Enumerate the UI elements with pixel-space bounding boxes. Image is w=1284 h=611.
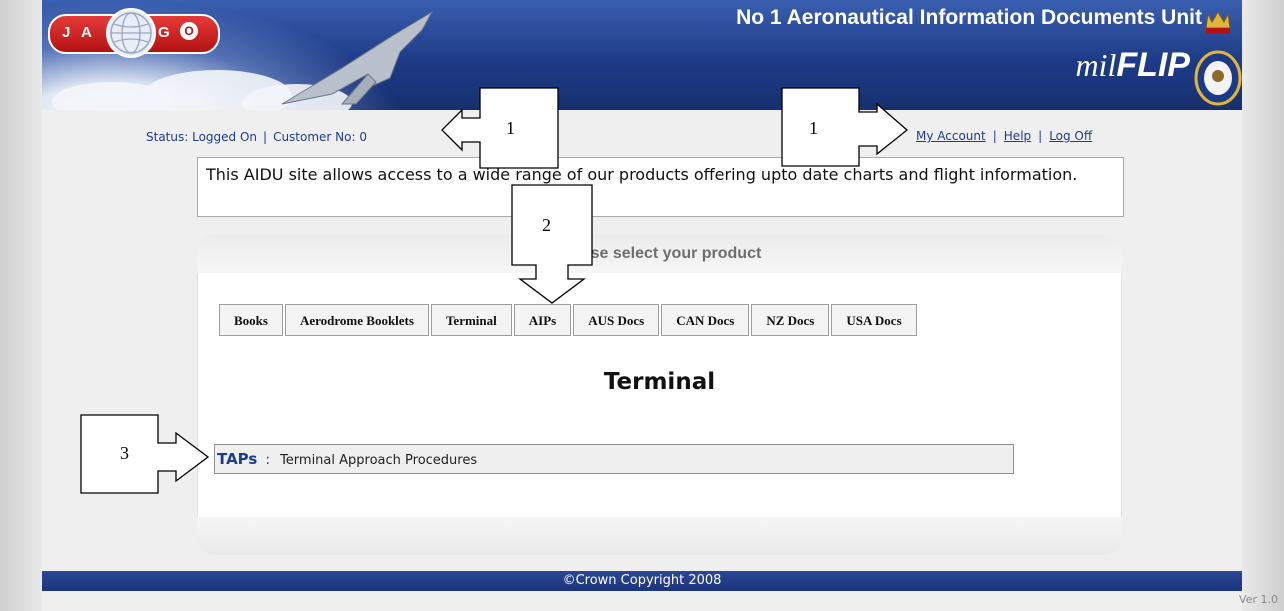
account-links: My Account | Help | Log Off bbox=[916, 129, 1092, 143]
jago-logo[interactable]: J A G O bbox=[48, 8, 220, 58]
status-line: Status: Logged On | Customer No: 0 bbox=[146, 130, 367, 144]
callout-number: 1 bbox=[809, 118, 818, 138]
copyright-text: ©Crown Copyright 2008 bbox=[562, 573, 722, 588]
login-status: Status: Logged On bbox=[146, 130, 258, 144]
callout-number: 2 bbox=[542, 215, 551, 235]
site-title: No 1 Aeronautical Information Documents … bbox=[736, 6, 1202, 29]
brand-flip: FLIP bbox=[1116, 46, 1190, 84]
callout-number: 3 bbox=[120, 443, 129, 463]
tab-nz-docs[interactable]: NZ Docs bbox=[751, 304, 830, 336]
log-off-link[interactable]: Log Off bbox=[1049, 129, 1092, 143]
status-separator: | bbox=[263, 130, 268, 144]
callout-1-right: 1 bbox=[781, 87, 911, 167]
link-separator: | bbox=[1038, 129, 1043, 143]
right-gutter bbox=[1242, 0, 1284, 611]
tab-books[interactable]: Books bbox=[219, 304, 283, 336]
list-item-taps[interactable]: TAPs: Terminal Approach Procedures bbox=[214, 444, 1014, 474]
callout-2: 2 bbox=[511, 184, 594, 305]
left-arrow-icon bbox=[441, 87, 559, 169]
product-panel: Please select your product Books Aerodro… bbox=[197, 235, 1122, 555]
callout-3: 3 bbox=[80, 414, 212, 495]
logo-letter-g: G bbox=[158, 24, 170, 41]
logo-letter-a: A bbox=[81, 24, 92, 41]
logo-letter-j: J bbox=[62, 24, 71, 41]
brand-mil: mil bbox=[1075, 47, 1117, 83]
footer-bar: ©Crown Copyright 2008 bbox=[42, 571, 1242, 591]
my-account-link[interactable]: My Account bbox=[916, 129, 986, 143]
site-description: This AIDU site allows access to a wide r… bbox=[197, 157, 1124, 217]
section-title: Terminal bbox=[603, 369, 716, 395]
milflip-brand: milFLIP bbox=[1022, 46, 1190, 85]
squadron-crest-icon bbox=[1194, 11, 1242, 106]
panel-heading: Please select your product bbox=[197, 235, 1122, 273]
globe-icon bbox=[106, 8, 156, 58]
customer-number: Customer No: 0 bbox=[273, 130, 367, 144]
header-banner: J A G O No 1 Aeronautical Information Do… bbox=[42, 0, 1242, 110]
tab-can-docs[interactable]: CAN Docs bbox=[661, 304, 750, 336]
tab-terminal[interactable]: Terminal bbox=[430, 304, 512, 336]
callout-1-left: 1 bbox=[440, 87, 560, 169]
version-label: Ver 1.0 bbox=[1239, 593, 1278, 606]
right-arrow-icon bbox=[781, 87, 909, 167]
taps-description: Terminal Approach Procedures bbox=[280, 453, 478, 468]
left-gutter bbox=[0, 0, 42, 611]
link-separator: | bbox=[992, 129, 997, 143]
tab-usa-docs[interactable]: USA Docs bbox=[831, 304, 917, 336]
logo-letter-o: O bbox=[180, 22, 198, 40]
right-arrow-icon bbox=[80, 414, 210, 494]
taps-colon: : bbox=[265, 452, 271, 468]
help-link[interactable]: Help bbox=[1004, 129, 1031, 143]
jet-icon bbox=[281, 10, 434, 105]
taps-link[interactable]: TAPs bbox=[217, 450, 257, 468]
tab-aips[interactable]: AIPs bbox=[513, 304, 572, 336]
product-tabs: Books Aerodrome Booklets Terminal AIPs A… bbox=[219, 304, 919, 338]
down-arrow-icon bbox=[511, 184, 593, 304]
callout-number: 1 bbox=[506, 118, 515, 138]
tab-aus-docs[interactable]: AUS Docs bbox=[573, 304, 660, 336]
tab-aerodrome-booklets[interactable]: Aerodrome Booklets bbox=[284, 304, 429, 336]
panel-footer bbox=[197, 517, 1122, 555]
